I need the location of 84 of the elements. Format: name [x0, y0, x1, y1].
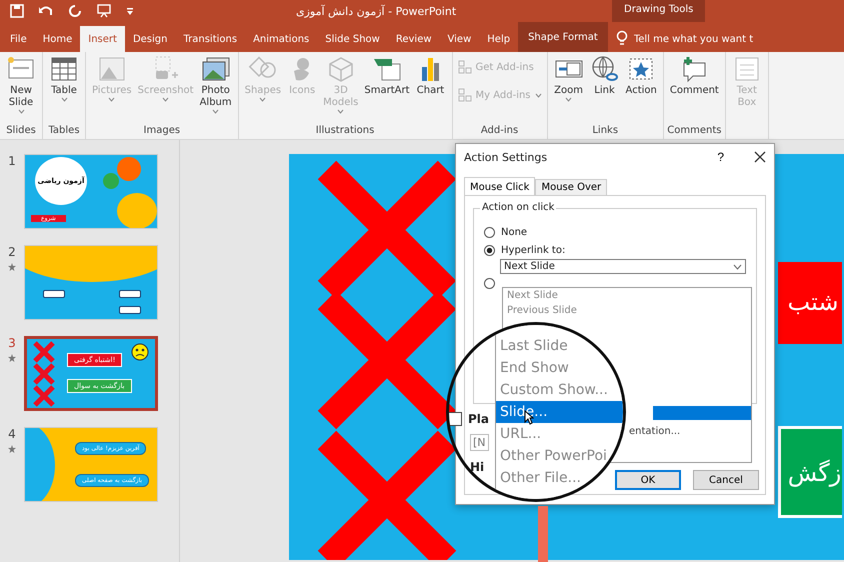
ribbon-command[interactable]: Photo Album	[196, 52, 235, 125]
hyperlink-dropdown[interactable]: Next Slide	[500, 259, 746, 274]
list-item[interactable]: Next Slide	[503, 288, 751, 303]
ribbon-tab[interactable]: Shape Format	[518, 22, 608, 52]
magnified-list-item[interactable]: Custom Show...	[496, 379, 623, 401]
context-label: Drawing Tools	[612, 0, 706, 22]
group-label: Illustrations	[316, 125, 374, 138]
command-icon	[590, 55, 620, 83]
undo-icon[interactable]	[38, 4, 54, 18]
group-legend: Action on click	[480, 202, 556, 213]
dialog-button[interactable]: OK	[615, 470, 681, 490]
magnified-list-item[interactable]: Slide...	[496, 401, 623, 423]
ribbon-command[interactable]: Action	[622, 52, 660, 125]
ribbon-command[interactable]: Zoom	[550, 52, 587, 125]
command-icon	[458, 60, 472, 74]
radio-button[interactable]	[484, 278, 495, 288]
group-label: Add-ins	[480, 125, 518, 138]
tell-me-field[interactable]: Tell me what you want t	[632, 26, 772, 52]
ribbon-tab[interactable]: Review	[388, 26, 440, 52]
list-item[interactable]: Previous Slide	[503, 303, 751, 318]
caret-icon	[733, 264, 742, 270]
radio-button[interactable]	[484, 244, 495, 256]
ribbon-tab[interactable]: Home	[34, 26, 80, 52]
ribbon-tab[interactable]: Slide Show	[317, 26, 388, 52]
sound-field[interactable]: [N	[470, 434, 489, 451]
command-icon	[200, 55, 231, 83]
dialog-tab[interactable]: Mouse Click	[464, 177, 536, 196]
answer-box	[119, 290, 141, 298]
ribbon-tab[interactable]: Transitions	[175, 26, 246, 52]
customize-icon[interactable]	[126, 6, 134, 16]
answer-box	[119, 306, 141, 314]
window-title: آزمون دانش آموزی - PowerPoint	[296, 4, 458, 18]
ribbon-tab[interactable]: Animations	[245, 26, 318, 52]
dialog-title: Action Settings	[464, 150, 548, 164]
list-item[interactable]: entation...	[629, 426, 680, 437]
ribbon-command[interactable]: SmartArt	[361, 52, 412, 125]
ribbon-tab[interactable]: Design	[124, 26, 176, 52]
lightbulb-icon	[616, 30, 628, 46]
radio-button[interactable]	[484, 226, 495, 238]
ribbon-command[interactable]: New Slide	[3, 52, 39, 125]
group-label: Links	[592, 125, 618, 138]
command-icon	[458, 88, 472, 102]
ribbon-command[interactable]: Table	[46, 52, 82, 125]
slide-button[interactable]: زگش	[778, 426, 842, 518]
redo-icon[interactable]	[68, 4, 82, 18]
answer-box	[43, 290, 65, 298]
option-label: Hi	[470, 460, 484, 474]
slide-number: 3	[8, 336, 16, 350]
command-icon	[96, 55, 127, 83]
sad-face-icon	[131, 343, 149, 361]
slide-number: 2	[8, 245, 16, 259]
close-icon[interactable]	[754, 151, 766, 163]
group-label: Tables	[48, 125, 80, 138]
command-icon	[49, 55, 79, 83]
dialog-tab[interactable]: Mouse Over	[535, 179, 608, 196]
ribbon-tab[interactable]: Insert	[80, 26, 125, 52]
slide-button[interactable]: شتب	[778, 262, 842, 344]
help-button[interactable]: ?	[711, 149, 730, 165]
magnified-list-item[interactable]: URL...	[496, 423, 623, 445]
radio-label[interactable]: None	[501, 226, 528, 238]
ribbon-tab[interactable]: View	[440, 26, 480, 52]
ribbon-command[interactable]: Link	[586, 52, 623, 125]
ribbon-tab[interactable]: Help	[479, 26, 518, 52]
dialog-button[interactable]: Cancel	[693, 470, 759, 490]
pointer-bar	[538, 506, 548, 562]
radio-label[interactable]: Hyperlink to:	[501, 244, 566, 256]
ribbon-command[interactable]: Chart	[412, 52, 448, 125]
ribbon-tab[interactable]: File	[2, 26, 35, 52]
group-label: Images	[144, 125, 180, 138]
group-label: Slides	[6, 125, 36, 138]
magnified-list-item[interactable]: Last Slide	[496, 335, 623, 357]
cross-marks-drawing	[33, 341, 55, 407]
slide-number: 4	[8, 427, 16, 441]
presentation-icon[interactable]	[96, 4, 112, 18]
group-label: Comments	[667, 125, 722, 138]
magnified-list-item[interactable]: Other PowerPoi	[496, 445, 623, 467]
ribbon-command[interactable]: Comment	[666, 52, 722, 125]
checkbox[interactable]	[448, 412, 462, 426]
slide-number: 1	[8, 154, 16, 168]
slide-thumbnail[interactable]	[24, 245, 158, 320]
magnified-list-item[interactable]: End Show	[496, 357, 623, 379]
circle-shape	[117, 193, 157, 228]
checkbox-label: Pla	[468, 412, 490, 426]
save-icon[interactable]	[10, 4, 24, 18]
